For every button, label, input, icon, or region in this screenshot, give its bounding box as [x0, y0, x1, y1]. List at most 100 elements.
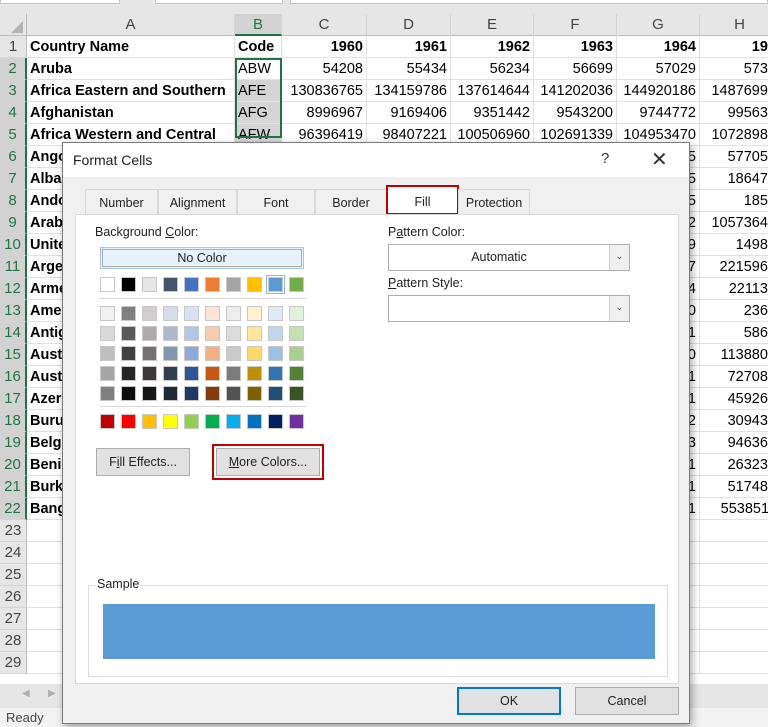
theme-shade-swatch[interactable]: [184, 326, 199, 341]
cell-h29[interactable]: [700, 652, 768, 674]
cell-h26[interactable]: [700, 586, 768, 608]
cell-b4[interactable]: AFG: [235, 102, 282, 124]
cell-f3[interactable]: 141202036: [534, 80, 617, 102]
cell-h5[interactable]: 10728987: [700, 124, 768, 146]
cell-g4[interactable]: 9744772: [617, 102, 700, 124]
theme-shade-swatch[interactable]: [247, 326, 262, 341]
select-all-button[interactable]: [0, 14, 27, 36]
theme-shade-swatch[interactable]: [184, 346, 199, 361]
theme-shade-swatch[interactable]: [226, 306, 241, 321]
theme-shade-swatch[interactable]: [121, 346, 136, 361]
cell-h27[interactable]: [700, 608, 768, 630]
row-header[interactable]: 3: [0, 80, 27, 102]
cell-b1[interactable]: Code: [235, 36, 282, 58]
standard-color-swatch[interactable]: [184, 414, 199, 429]
theme-color-swatch[interactable]: [289, 277, 304, 292]
theme-shade-swatch[interactable]: [100, 346, 115, 361]
theme-shade-swatch[interactable]: [268, 306, 283, 321]
column-header-c[interactable]: C: [282, 14, 367, 36]
theme-shade-swatch[interactable]: [163, 346, 178, 361]
standard-color-swatch[interactable]: [289, 414, 304, 429]
cell-d3[interactable]: 134159786: [367, 80, 451, 102]
theme-shade-swatch[interactable]: [205, 306, 220, 321]
theme-shade-swatch[interactable]: [121, 326, 136, 341]
cell-h21[interactable]: 517487: [700, 476, 768, 498]
column-header-b[interactable]: B: [235, 14, 282, 36]
theme-shade-swatch[interactable]: [163, 306, 178, 321]
row-header[interactable]: 17: [0, 388, 27, 410]
standard-color-swatch[interactable]: [268, 414, 283, 429]
theme-shade-swatch[interactable]: [100, 386, 115, 401]
theme-shade-swatch[interactable]: [289, 306, 304, 321]
cell-b3[interactable]: AFE: [235, 80, 282, 102]
theme-shade-swatch[interactable]: [121, 306, 136, 321]
cell-e4[interactable]: 9351442: [451, 102, 534, 124]
cell-f1[interactable]: 1963: [534, 36, 617, 58]
cancel-button[interactable]: Cancel: [575, 687, 679, 715]
theme-shade-swatch[interactable]: [100, 326, 115, 341]
theme-color-swatch[interactable]: [205, 277, 220, 292]
pattern-style-dropdown[interactable]: ⌄: [388, 295, 630, 322]
row-header[interactable]: 26: [0, 586, 27, 608]
cell-e3[interactable]: 137614644: [451, 80, 534, 102]
cell-a2[interactable]: Aruba: [27, 58, 235, 80]
cell-a4[interactable]: Afghanistan: [27, 102, 235, 124]
cell-h4[interactable]: 995631: [700, 102, 768, 124]
column-header-e[interactable]: E: [451, 14, 534, 36]
row-header[interactable]: 24: [0, 542, 27, 564]
pattern-color-dropdown[interactable]: Automatic ⌄: [388, 244, 630, 271]
theme-shade-swatch[interactable]: [205, 386, 220, 401]
theme-shade-swatch[interactable]: [121, 366, 136, 381]
cell-a1[interactable]: Country Name: [27, 36, 235, 58]
row-header[interactable]: 6: [0, 146, 27, 168]
cell-h23[interactable]: [700, 520, 768, 542]
cell-h25[interactable]: [700, 564, 768, 586]
standard-color-swatch[interactable]: [247, 414, 262, 429]
cell-h20[interactable]: 263236: [700, 454, 768, 476]
theme-color-swatch[interactable]: [163, 277, 178, 292]
cell-h2[interactable]: 5735: [700, 58, 768, 80]
theme-shade-swatch[interactable]: [184, 386, 199, 401]
cell-h13[interactable]: 2367: [700, 300, 768, 322]
row-header[interactable]: 21: [0, 476, 27, 498]
cell-f4[interactable]: 9543200: [534, 102, 617, 124]
theme-shade-swatch[interactable]: [226, 346, 241, 361]
cell-h12[interactable]: 221131: [700, 278, 768, 300]
theme-shade-swatch[interactable]: [247, 306, 262, 321]
row-header[interactable]: 22: [0, 498, 27, 520]
theme-shade-swatch[interactable]: [142, 346, 157, 361]
cell-h3[interactable]: 14876997: [700, 80, 768, 102]
column-header-g[interactable]: G: [617, 14, 700, 36]
theme-shade-swatch[interactable]: [289, 386, 304, 401]
row-header[interactable]: 5: [0, 124, 27, 146]
row-header[interactable]: 14: [0, 322, 27, 344]
tab-protection[interactable]: Protection: [458, 189, 530, 215]
theme-shade-swatch[interactable]: [163, 366, 178, 381]
no-color-button[interactable]: No Color: [100, 247, 304, 269]
column-header-f[interactable]: F: [534, 14, 617, 36]
row-header[interactable]: 12: [0, 278, 27, 300]
theme-shade-swatch[interactable]: [205, 326, 220, 341]
scroll-left-icon[interactable]: ◀: [22, 688, 30, 699]
cell-h1[interactable]: 196: [700, 36, 768, 58]
standard-color-swatch[interactable]: [205, 414, 220, 429]
theme-shade-swatch[interactable]: [142, 306, 157, 321]
cell-g2[interactable]: 57029: [617, 58, 700, 80]
theme-color-swatch[interactable]: [226, 277, 241, 292]
tab-border[interactable]: Border: [315, 189, 387, 215]
theme-shade-swatch[interactable]: [121, 386, 136, 401]
row-header[interactable]: 15: [0, 344, 27, 366]
row-header[interactable]: 13: [0, 300, 27, 322]
theme-color-swatch[interactable]: [142, 277, 157, 292]
cell-b2[interactable]: ABW: [235, 58, 282, 80]
theme-shade-swatch[interactable]: [163, 326, 178, 341]
column-header-h[interactable]: H: [700, 14, 768, 36]
cell-a3[interactable]: Africa Eastern and Southern: [27, 80, 235, 102]
cell-h6[interactable]: 577057: [700, 146, 768, 168]
cell-h19[interactable]: 946366: [700, 432, 768, 454]
cell-f2[interactable]: 56699: [534, 58, 617, 80]
theme-shade-swatch[interactable]: [205, 366, 220, 381]
cell-h18[interactable]: 309437: [700, 410, 768, 432]
row-header[interactable]: 11: [0, 256, 27, 278]
cell-c4[interactable]: 8996967: [282, 102, 367, 124]
